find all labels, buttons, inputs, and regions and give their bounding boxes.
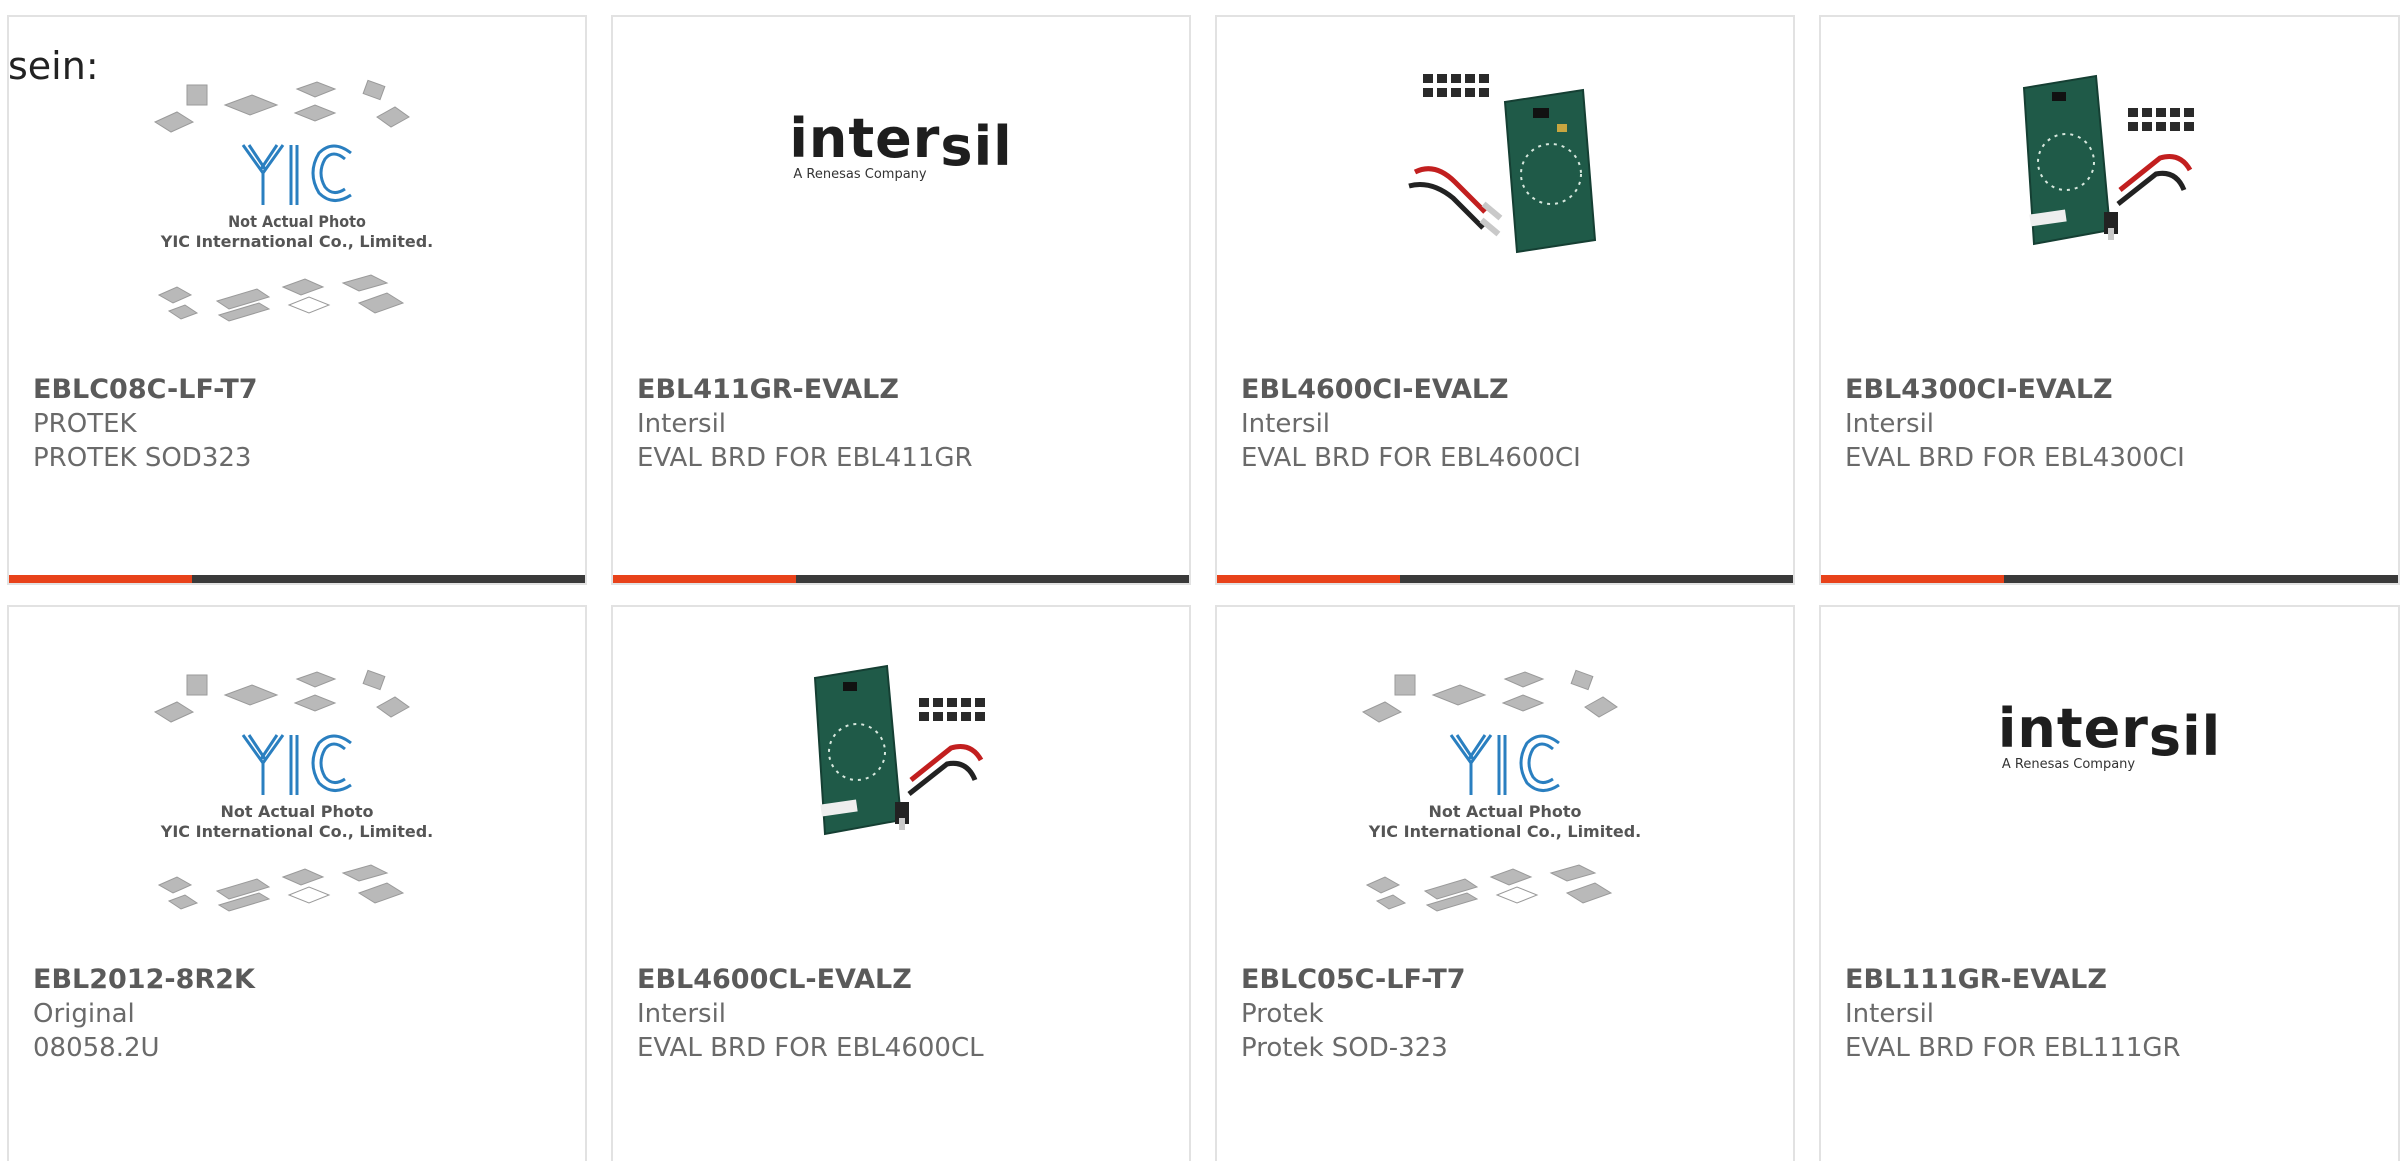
part-number-link[interactable]: EBL4600CL-EVALZ xyxy=(637,963,1179,997)
placeholder-line1: Not Actual Photo xyxy=(228,212,366,231)
placeholder-line2: YIC International Co., Limited. xyxy=(1368,822,1641,841)
yic-placeholder-image: Not Actual Photo YIC International Co., … xyxy=(153,669,433,912)
intersil-logo: intersil A Renesas Company xyxy=(1997,696,2222,772)
brand-name: Intersil xyxy=(1241,409,1331,439)
card-progress-bar xyxy=(613,575,1189,583)
product-description: PROTEK SOD323 xyxy=(33,443,252,473)
product-image[interactable]: intersil A Renesas Company xyxy=(613,57,1189,357)
placeholder-line1: Not Actual Photo xyxy=(1428,802,1581,821)
product-card[interactable]: intersil A Renesas Company EBL411GR-EVAL… xyxy=(611,15,1191,585)
brand-name: Original xyxy=(33,999,135,1029)
product-description: EVAL BRD FOR EBL4600CI xyxy=(1241,443,1581,473)
product-card[interactable]: EBL4600CL-EVALZ Intersil EVAL BRD FOR EB… xyxy=(611,605,1191,1161)
product-card[interactable]: Not Actual Photo YIC International Co., … xyxy=(7,605,587,1161)
product-card[interactable]: EBL4300CI-EVALZ Intersil EVAL BRD FOR EB… xyxy=(1819,15,2400,585)
product-image[interactable] xyxy=(613,647,1189,947)
placeholder-line1: Not Actual Photo xyxy=(220,802,373,821)
product-image[interactable] xyxy=(1821,57,2398,357)
product-grid-page: sein: Not Actual Photo YIC International… xyxy=(0,0,2400,1161)
product-card[interactable]: intersil A Renesas Company EBL111GR-EVAL… xyxy=(1819,605,2400,1161)
yic-placeholder-image: Not Actual Photo YIC International Co., … xyxy=(153,79,433,322)
yic-placeholder-image: Not Actual Photo YIC International Co., … xyxy=(1361,669,1641,912)
product-description: EVAL BRD FOR EBL111GR xyxy=(1845,1033,2181,1063)
product-image[interactable]: Not Actual Photo YIC International Co., … xyxy=(9,647,585,947)
brand-name: Protek xyxy=(1241,999,1324,1029)
brand-name: PROTEK xyxy=(33,409,137,439)
intro-text: sein: xyxy=(8,44,99,88)
part-number-link[interactable]: EBL4600CI-EVALZ xyxy=(1241,373,1783,407)
brand-name: Intersil xyxy=(637,999,727,1029)
card-progress-bar xyxy=(1821,575,2398,583)
card-progress-bar xyxy=(9,575,585,583)
product-description: EVAL BRD FOR EBL4300CI xyxy=(1845,443,2185,473)
product-image[interactable]: Not Actual Photo YIC International Co., … xyxy=(1217,647,1793,947)
placeholder-line2: YIC International Co., Limited. xyxy=(160,232,433,251)
card-progress-bar xyxy=(1217,575,1793,583)
product-description: EVAL BRD FOR EBL411GR xyxy=(637,443,973,473)
part-number-link[interactable]: EBL4300CI-EVALZ xyxy=(1845,373,2388,407)
card-progress-fill xyxy=(613,575,796,583)
brand-name: Intersil xyxy=(1845,999,1935,1029)
part-number-link[interactable]: EBL111GR-EVALZ xyxy=(1845,963,2388,997)
placeholder-line2: YIC International Co., Limited. xyxy=(160,822,433,841)
product-description: 08058.2U xyxy=(33,1033,160,1063)
product-description: Protek SOD-323 xyxy=(1241,1033,1448,1063)
product-image[interactable]: Not Actual Photo YIC International Co., … xyxy=(9,57,585,357)
brand-name: Intersil xyxy=(1845,409,1935,439)
card-progress-fill xyxy=(1821,575,2004,583)
product-card[interactable]: Not Actual Photo YIC International Co., … xyxy=(7,15,587,585)
part-number-link[interactable]: EBL411GR-EVALZ xyxy=(637,373,1179,407)
eval-board-image xyxy=(2022,74,2194,246)
eval-board-image xyxy=(813,664,985,836)
product-card[interactable]: Not Actual Photo YIC International Co., … xyxy=(1215,605,1795,1161)
intersil-logo: intersil A Renesas Company xyxy=(789,106,1013,182)
part-number-link[interactable]: EBLC05C-LF-T7 xyxy=(1241,963,1783,997)
product-image[interactable]: intersil A Renesas Company xyxy=(1821,647,2398,947)
product-card[interactable]: EBL4600CI-EVALZ Intersil EVAL BRD FOR EB… xyxy=(1215,15,1795,585)
product-image[interactable] xyxy=(1217,57,1793,357)
card-progress-fill xyxy=(9,575,192,583)
card-progress-fill xyxy=(1217,575,1400,583)
part-number-link[interactable]: EBL2012-8R2K xyxy=(33,963,575,997)
part-number-link[interactable]: EBLC08C-LF-T7 xyxy=(33,373,575,407)
eval-board-image xyxy=(1408,74,1597,254)
brand-name: Intersil xyxy=(637,409,727,439)
product-description: EVAL BRD FOR EBL4600CL xyxy=(637,1033,984,1063)
